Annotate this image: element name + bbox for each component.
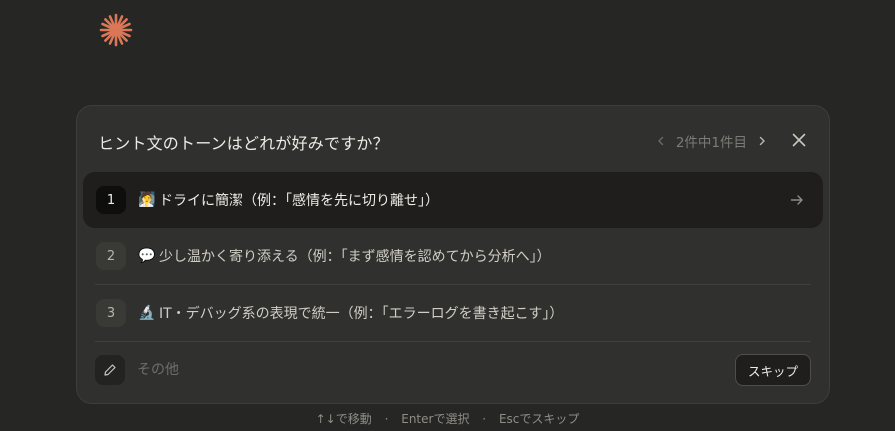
other-row: スキップ bbox=[95, 354, 811, 386]
option-number: 1 bbox=[96, 186, 126, 214]
pager-text: 2件中1件目 bbox=[675, 135, 747, 151]
option-1[interactable]: 1 🧖 ドライに簡潔（例：「感情を先に切り離せ」） bbox=[83, 172, 823, 228]
other-input[interactable] bbox=[137, 362, 657, 378]
microscope-emoji-icon: 🔬 bbox=[138, 305, 156, 321]
claude-logo-icon bbox=[98, 12, 134, 48]
skip-button[interactable]: スキップ bbox=[734, 354, 811, 386]
close-icon[interactable] bbox=[789, 130, 809, 150]
chevron-right-icon[interactable] bbox=[755, 134, 769, 148]
hint-skip: Escでスキップ bbox=[498, 412, 580, 426]
hint-select: Enterで選択 bbox=[401, 412, 470, 426]
option-label: IT・デバッグ系の表現で統一（例：「エラーログを書き起こす」） bbox=[159, 306, 564, 322]
option-list: 1 🧖 ドライに簡潔（例：「感情を先に切り離せ」） 2 💬 少し温かく寄り添える… bbox=[83, 172, 823, 342]
question-text: ヒント文のトーンはどれが好みですか？ bbox=[98, 134, 389, 153]
pager: 2件中1件目 bbox=[654, 131, 769, 151]
divider bbox=[95, 341, 811, 342]
option-number: 3 bbox=[96, 299, 126, 327]
option-3[interactable]: 3 🔬 IT・デバッグ系の表現で統一（例：「エラーログを書き起こす」） bbox=[83, 285, 823, 341]
chevron-left-icon[interactable] bbox=[654, 134, 668, 148]
person-in-steam-emoji-icon: 🧖 bbox=[138, 192, 156, 208]
speech-bubble-emoji-icon: 💬 bbox=[138, 248, 156, 264]
pencil-icon[interactable] bbox=[95, 355, 125, 385]
option-2[interactable]: 2 💬 少し温かく寄り添える（例：「まず感情を認めてから分析へ」） bbox=[83, 228, 823, 284]
hint-move: ↑↓で移動 bbox=[315, 412, 372, 426]
question-header: ヒント文のトーンはどれが好みですか？ 2件中1件目 bbox=[77, 106, 829, 174]
arrow-right-icon bbox=[789, 192, 805, 208]
hint-separator: · bbox=[482, 412, 487, 426]
keyboard-hints: ↑↓で移動 · Enterで選択 · Escでスキップ bbox=[0, 410, 895, 427]
option-label: 少し温かく寄り添える（例：「まず感情を認めてから分析へ」） bbox=[159, 249, 551, 265]
option-number: 2 bbox=[96, 242, 126, 270]
option-label: ドライに簡潔（例：「感情を先に切り離せ」） bbox=[159, 193, 439, 209]
hint-separator: · bbox=[384, 412, 389, 426]
question-card: ヒント文のトーンはどれが好みですか？ 2件中1件目 1 🧖 ドライに簡潔（例：「… bbox=[76, 105, 830, 404]
